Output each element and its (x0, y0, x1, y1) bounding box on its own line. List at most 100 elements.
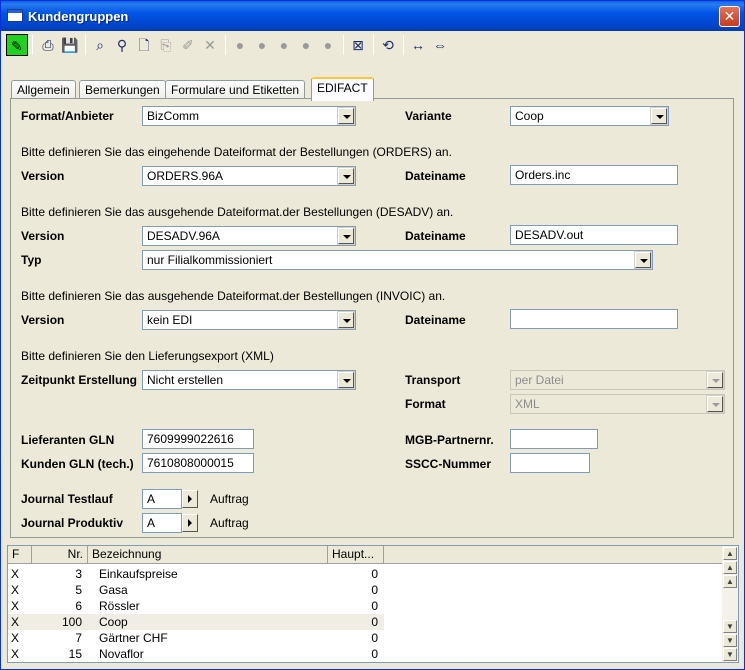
tab-formulare-und-etiketten[interactable]: Formulare und Etiketten (165, 80, 306, 100)
toolbar: ✎ ⎙ 💾 ⌕ ⚲ 🗋 ⎘ ✐ ✕ ● ● ● ● ● ⊠ ⟲ ↔ ⇔ (5, 32, 741, 58)
sscc-nummer-input[interactable] (510, 453, 590, 473)
chevron-down-icon[interactable] (337, 311, 355, 329)
invoic-version-dropdown[interactable]: kein EDI (142, 310, 356, 330)
variante-dropdown[interactable]: Coop (510, 106, 669, 126)
table-row[interactable]: X 5 Gasa 0 (8, 582, 384, 598)
expand-icon[interactable]: ↔ (407, 34, 429, 56)
transport-dropdown[interactable]: per Datei (510, 370, 725, 390)
typ-dropdown[interactable]: nur Filialkommissioniert (142, 250, 653, 270)
vertical-scrollbar[interactable]: ▲ ▲ ▲ ▼ ▼ ▼ (722, 546, 738, 662)
record-last-icon[interactable]: ● (295, 34, 317, 56)
orders-version-dropdown[interactable]: ORDERS.96A (142, 166, 356, 186)
format-dropdown[interactable]: BizComm (142, 106, 356, 126)
scroll-down-icon[interactable]: ▼ (723, 620, 737, 633)
xml-format-label: Format (405, 397, 446, 411)
orders-file-input[interactable]: Orders.inc (510, 165, 678, 185)
copy-icon[interactable]: ⎘ (155, 34, 177, 56)
transfer-icon[interactable]: ⇔ (429, 34, 451, 56)
invoic-info-text: Bitte definieren Sie das ausgehende Date… (21, 289, 446, 303)
delete-icon[interactable]: ✕ (199, 34, 221, 56)
window-icon (7, 9, 23, 22)
table-row[interactable]: X 6 Rössler 0 (8, 598, 384, 614)
new-document-icon[interactable]: 🗋 (133, 34, 155, 56)
title-bar[interactable]: Kundengruppen ✕ (1, 1, 744, 31)
mgb-partnernr-input[interactable] (510, 429, 598, 449)
zeitpunkt-dropdown[interactable]: Nicht erstellen (142, 370, 356, 390)
tab-edifact[interactable]: EDIFACT (311, 77, 374, 101)
desadv-info-text: Bitte definieren Sie das ausgehende Date… (21, 205, 454, 219)
chevron-down-icon[interactable] (706, 395, 724, 413)
edit-pencil-icon[interactable]: ✎ (6, 34, 28, 56)
column-header-haupt[interactable]: Haupt... (328, 546, 384, 564)
journal-produktiv-label: Journal Produktiv (21, 516, 124, 530)
desadv-file-input[interactable]: DESADV.out (510, 225, 678, 245)
xml-info-text: Bitte definieren Sie den Lieferungsexpor… (21, 349, 274, 363)
desadv-version-label: Version (21, 229, 65, 243)
scroll-page-up-icon[interactable]: ▲ (723, 561, 737, 574)
chevron-down-icon[interactable] (634, 251, 652, 269)
invoic-version-label: Version (21, 313, 65, 327)
close-button[interactable]: ✕ (719, 6, 740, 27)
variante-label: Variante (405, 109, 452, 123)
record-prev-icon[interactable]: ● (251, 34, 273, 56)
table-row-selected[interactable]: X 100 Coop 0 (8, 614, 384, 630)
lieferanten-gln-input[interactable]: 7609999022616 (142, 429, 254, 449)
table-row[interactable]: X 15 Novaflor 0 (8, 646, 384, 662)
desadv-version-dropdown[interactable]: DESADV.96A (142, 226, 356, 246)
tab-bemerkungen[interactable]: Bemerkungen (79, 80, 166, 100)
scroll-top-icon[interactable]: ▲ (723, 547, 737, 560)
zeitpunkt-label: Zeitpunkt Erstellung (21, 373, 138, 387)
desadv-file-label: Dateiname (405, 229, 466, 243)
xml-format-dropdown[interactable]: XML (510, 394, 725, 414)
lieferanten-gln-label: Lieferanten GLN (21, 433, 115, 447)
orders-file-label: Dateiname (405, 169, 466, 183)
search-key-icon[interactable]: ⚲ (111, 34, 133, 56)
scroll-up-icon[interactable]: ▲ (723, 575, 737, 588)
chevron-down-icon[interactable] (706, 371, 724, 389)
kunden-gln-label: Kunden GLN (tech.) (21, 457, 134, 471)
journal-testlauf-label: Journal Testlauf (21, 492, 113, 506)
scroll-page-down-icon[interactable]: ▼ (723, 634, 737, 647)
journal-produktiv-lookup-icon[interactable] (182, 514, 198, 532)
binoculars-search-icon[interactable]: ⌕ (89, 34, 111, 56)
save-icon[interactable]: 💾 (59, 34, 81, 56)
chevron-down-icon[interactable] (337, 227, 355, 245)
grid-header: F Nr. Bezeichnung Haupt... (8, 546, 723, 564)
orders-version-label: Version (21, 169, 65, 183)
window-title: Kundengruppen (28, 9, 129, 24)
record-next-icon[interactable]: ● (273, 34, 295, 56)
edit-disabled-icon[interactable]: ✐ (177, 34, 199, 56)
chevron-down-icon[interactable] (337, 167, 355, 185)
invoic-file-input[interactable] (510, 309, 678, 329)
typ-label: Typ (21, 253, 42, 267)
transport-label: Transport (405, 373, 461, 387)
record-first-icon[interactable]: ● (229, 34, 251, 56)
tab-allgemein[interactable]: Allgemein (11, 80, 76, 100)
column-header-nr[interactable]: Nr. (32, 546, 88, 564)
sscc-nummer-label: SSCC-Nummer (405, 457, 492, 471)
scroll-bottom-icon[interactable]: ▼ (723, 648, 737, 661)
kundengruppen-grid: F Nr. Bezeichnung Haupt... X 3 Einkaufsp… (7, 545, 739, 663)
record-extra-icon[interactable]: ● (317, 34, 339, 56)
chevron-down-icon[interactable] (337, 371, 355, 389)
filter-icon[interactable]: ⊠ (347, 34, 369, 56)
orders-info-text: Bitte definieren Sie das eingehende Date… (21, 145, 452, 159)
kundengruppen-window: Kundengruppen ✕ ✎ ⎙ 💾 ⌕ ⚲ 🗋 ⎘ ✐ ✕ ● ● ● … (0, 0, 745, 670)
format-label: Format/Anbieter (21, 109, 114, 123)
column-header-bezeichnung[interactable]: Bezeichnung (88, 546, 328, 564)
journal-produktiv-text: Auftrag (210, 516, 249, 530)
refresh-icon[interactable]: ⟲ (377, 34, 399, 56)
mgb-partnernr-label: MGB-Partnernr. (405, 433, 494, 447)
column-header-f[interactable]: F (8, 546, 32, 564)
chevron-down-icon[interactable] (650, 107, 668, 125)
print-icon[interactable]: ⎙ (37, 34, 59, 56)
journal-produktiv-input[interactable]: A (142, 513, 182, 533)
kunden-gln-input[interactable]: 7610808000015 (142, 453, 254, 473)
journal-testlauf-text: Auftrag (210, 492, 249, 506)
journal-testlauf-lookup-icon[interactable] (182, 490, 198, 508)
table-row[interactable]: X 3 Einkaufspreise 0 (8, 566, 384, 582)
invoic-file-label: Dateiname (405, 313, 466, 327)
chevron-down-icon[interactable] (337, 107, 355, 125)
journal-testlauf-input[interactable]: A (142, 489, 182, 509)
table-row[interactable]: X 7 Gärtner CHF 0 (8, 630, 384, 646)
